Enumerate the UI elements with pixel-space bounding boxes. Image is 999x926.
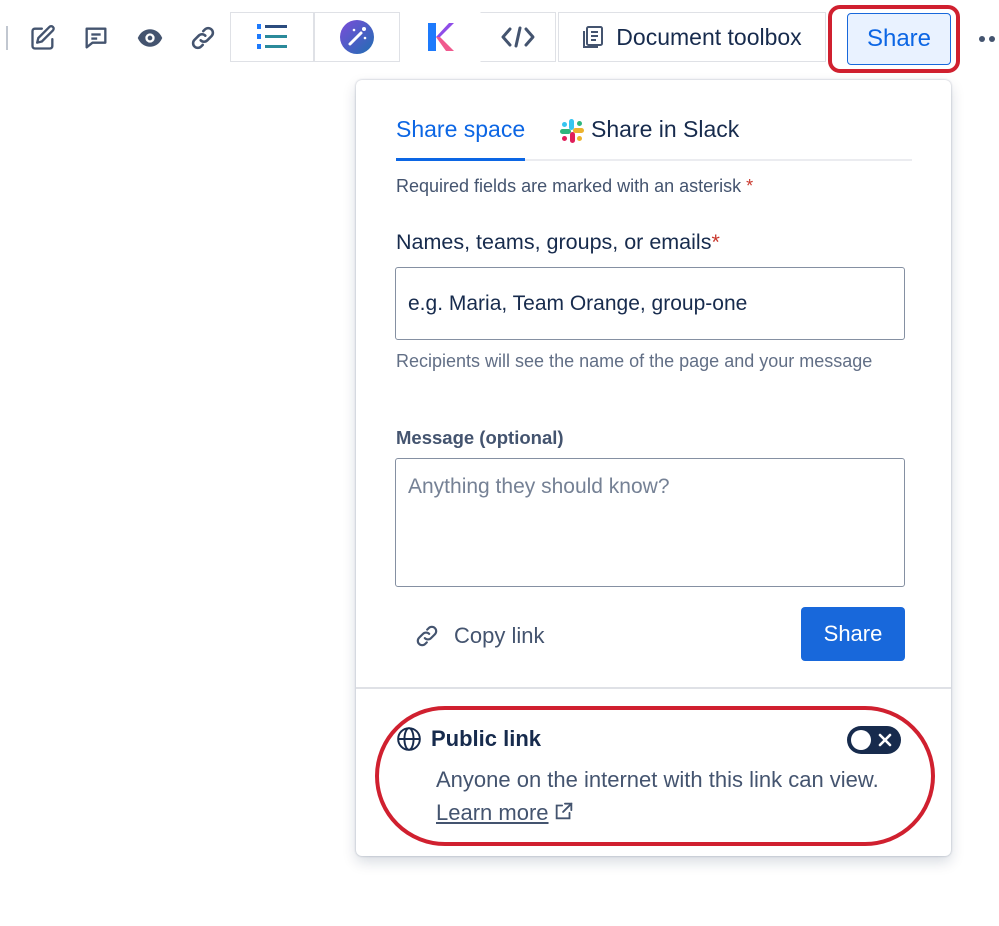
share-tabs: Share space Share in Slack [396,116,912,161]
names-required-asterisk: * [711,230,720,254]
toggle-knob [851,730,871,750]
share-popup: Share space Share in Slack Required fiel… [356,80,951,856]
comment-icon[interactable] [81,22,111,54]
numbered-list-icon [257,24,287,49]
tab-share-in-slack[interactable]: Share in Slack [559,116,739,159]
numbered-list-button[interactable] [230,12,314,62]
edit-icon[interactable] [28,22,58,54]
required-note-text: Required fields are marked with an aster… [396,176,742,196]
page-toolbar: Document toolbox Share [0,0,999,78]
required-asterisk: * [746,176,754,196]
public-link-description: Anyone on the internet with this link ca… [436,763,906,829]
k-app-icon [428,23,454,51]
document-toolbox-label: Document toolbox [616,23,802,50]
message-field-label: Message (optional) [396,427,564,448]
public-link-header: Public link [396,726,541,752]
tab-selected-indicator [396,158,526,161]
names-field-label: Names, teams, groups, or emails* [396,230,720,255]
close-icon [878,733,892,747]
required-fields-note: Required fields are marked with an aster… [396,176,753,197]
document-toolbox-button[interactable]: Document toolbox [558,12,826,62]
names-label-text: Names, teams, groups, or emails [396,230,712,254]
document-icon [583,26,604,48]
code-button[interactable] [480,12,556,62]
watch-icon[interactable] [135,22,165,54]
public-link-toggle[interactable] [847,726,901,754]
ai-wand-icon [340,20,374,54]
message-textarea[interactable] [395,458,905,587]
public-link-description-text: Anyone on the internet with this link ca… [436,767,879,792]
link-icon[interactable] [188,22,218,54]
toolbar-divider [6,26,8,50]
public-link-title: Public link [431,726,542,751]
k-app-button[interactable] [400,12,480,62]
code-icon [501,26,535,48]
more-horizontal-icon[interactable] [978,28,999,48]
share-button[interactable]: Share [847,13,951,65]
ai-assist-button[interactable] [314,12,400,62]
popup-divider [356,687,951,689]
slack-icon [560,119,584,143]
link-icon [416,625,438,647]
copy-link-button[interactable]: Copy link [414,618,544,654]
learn-more-link[interactable]: Learn more [436,800,549,825]
recipients-input[interactable] [395,267,905,340]
recipients-help-text: Recipients will see the name of the page… [396,351,873,371]
tab-share-in-slack-label: Share in Slack [591,116,740,142]
copy-link-label: Copy link [454,623,545,648]
external-link-icon [555,802,572,820]
tab-share-space-label: Share space [396,116,526,142]
globe-icon [397,727,421,751]
tab-share-space[interactable]: Share space [396,116,526,161]
share-submit-button[interactable]: Share [801,607,905,661]
